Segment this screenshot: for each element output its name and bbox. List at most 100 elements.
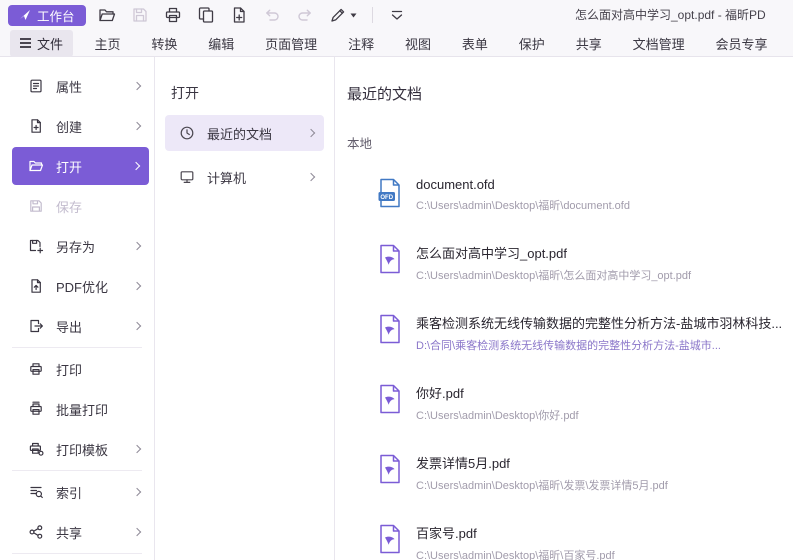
submenu-arrow-icon <box>307 173 315 181</box>
sidebar-item-index[interactable]: 索引 <box>0 472 154 512</box>
menu-comment[interactable]: 注释 <box>348 34 374 53</box>
list-item[interactable]: 发票详情5月.pdf C:\Users\admin\Desktop\福昕\发票\… <box>377 453 793 493</box>
sidebar-item-label: 打开 <box>56 157 82 176</box>
recent-documents-title: 最近的文档 <box>347 83 793 104</box>
menu-home[interactable]: 主页 <box>94 34 120 53</box>
file-menu-panel: 属性 创建 打开 保存 另存为 PDF优化 <box>0 57 155 560</box>
ink-sign-button[interactable] <box>329 6 357 24</box>
open-recent-label: 最近的文档 <box>207 124 272 143</box>
save-as-icon <box>28 238 44 254</box>
list-item[interactable]: 百家号.pdf C:\Users\admin\Desktop\福昕\百家号.pd… <box>377 523 793 560</box>
print-icon <box>28 361 44 377</box>
clock-icon <box>179 125 195 141</box>
file-name: 百家号.pdf <box>416 523 615 542</box>
open-panel-title: 打开 <box>171 83 334 103</box>
copy-pages-icon[interactable] <box>197 6 215 24</box>
file-path: C:\Users\admin\Desktop\你好.pdf <box>416 407 579 423</box>
open-computer-label: 计算机 <box>207 168 246 187</box>
submenu-arrow-icon <box>133 122 141 130</box>
file-path: C:\Users\admin\Desktop\福昕\怎么面对高中学习_opt.p… <box>416 267 691 283</box>
sidebar-item-save: 保存 <box>0 186 154 226</box>
workspace-button[interactable]: 工作台 <box>8 5 86 26</box>
redo-icon <box>296 6 314 24</box>
sidebar-item-save-as[interactable]: 另存为 <box>0 226 154 266</box>
properties-icon <box>28 78 44 94</box>
sidebar-item-export[interactable]: 导出 <box>0 306 154 346</box>
computer-icon <box>179 169 195 185</box>
index-icon <box>28 484 44 500</box>
export-icon <box>28 318 44 334</box>
sidebar-item-label: 导出 <box>56 317 82 336</box>
open-submenu-panel: 打开 最近的文档 计算机 <box>155 57 335 560</box>
submenu-arrow-icon <box>133 282 141 290</box>
recent-file-list: OFD document.ofd C:\Users\admin\Desktop\… <box>377 177 793 560</box>
menubar: 文件 主页 转换 编辑 页面管理 注释 视图 表单 保护 共享 文档管理 会员专… <box>0 30 793 57</box>
sidebar-item-label: 打印模板 <box>56 440 108 459</box>
sidebar-item-label: 打印 <box>56 360 82 379</box>
print-template-icon <box>28 441 44 457</box>
sidebar-item-label: PDF优化 <box>56 277 108 296</box>
menu-document-management[interactable]: 文档管理 <box>633 34 685 53</box>
sidebar-item-create[interactable]: 创建 <box>0 106 154 146</box>
sidebar-item-label: 索引 <box>56 483 82 502</box>
file-path: C:\Users\admin\Desktop\福昕\发票\发票详情5月.pdf <box>416 477 668 493</box>
file-name: document.ofd <box>416 177 630 192</box>
sidebar-item-share[interactable]: 共享 <box>0 512 154 552</box>
menu-page-management[interactable]: 页面管理 <box>265 34 317 53</box>
sidebar-item-print-template[interactable]: 打印模板 <box>0 429 154 469</box>
menu-protect[interactable]: 保护 <box>519 34 545 53</box>
sidebar-item-label: 另存为 <box>56 237 95 256</box>
open-recent-documents[interactable]: 最近的文档 <box>165 115 324 151</box>
submenu-arrow-icon <box>133 242 141 250</box>
submenu-arrow-icon <box>133 445 141 453</box>
document-title: 怎么面对高中学习_opt.pdf - 福昕PD <box>575 0 793 30</box>
menu-form[interactable]: 表单 <box>462 34 488 53</box>
sidebar-item-open[interactable]: 打开 <box>12 147 149 185</box>
pdf-file-icon <box>377 454 403 484</box>
submenu-arrow-icon <box>133 322 141 330</box>
sidebar-item-batch-print[interactable]: 批量打印 <box>0 389 154 429</box>
file-name: 你好.pdf <box>416 383 579 402</box>
print-icon[interactable] <box>164 6 182 24</box>
menu-share[interactable]: 共享 <box>576 34 602 53</box>
create-icon <box>28 118 44 134</box>
file-path: C:\Users\admin\Desktop\福昕\百家号.pdf <box>416 547 615 560</box>
list-item[interactable]: 乘客检测系统无线传输数据的完整性分析方法-盐城市羽林科技... D:\合同\乘客… <box>377 313 793 353</box>
dropdown-caret-icon <box>350 13 357 18</box>
open-file-icon[interactable] <box>98 6 116 24</box>
menu-edit[interactable]: 编辑 <box>208 34 234 53</box>
open-computer[interactable]: 计算机 <box>165 159 324 195</box>
submenu-arrow-icon <box>133 488 141 496</box>
file-path: D:\合同\乘客检测系统无线传输数据的完整性分析方法-盐城市... <box>416 337 782 353</box>
undo-icon <box>263 6 281 24</box>
list-item[interactable]: 你好.pdf C:\Users\admin\Desktop\你好.pdf <box>377 383 793 423</box>
menu-convert[interactable]: 转换 <box>151 34 177 53</box>
sidebar-item-pdf-optimize[interactable]: PDF优化 <box>0 266 154 306</box>
menu-file-label: 文件 <box>37 34 63 53</box>
new-page-icon[interactable] <box>230 6 248 24</box>
sidebar-item-print[interactable]: 打印 <box>0 349 154 389</box>
recent-documents-panel: 最近的文档 本地 OFD document.ofd C:\Users\admin… <box>335 57 793 560</box>
menu-file[interactable]: 文件 <box>10 30 73 57</box>
sidebar-item-label: 保存 <box>56 197 82 216</box>
file-path: C:\Users\admin\Desktop\福昕\document.ofd <box>416 197 630 213</box>
submenu-arrow-icon <box>133 82 141 90</box>
sidebar-item-label: 创建 <box>56 117 82 136</box>
svg-text:OFD: OFD <box>380 195 393 201</box>
menu-member[interactable]: 会员专享 <box>716 34 768 53</box>
workspace-button-label: 工作台 <box>37 6 75 25</box>
toolbar-divider <box>372 7 373 23</box>
list-item[interactable]: OFD document.ofd C:\Users\admin\Desktop\… <box>377 177 793 213</box>
sidebar-item-label: 属性 <box>56 77 82 96</box>
menu-divider <box>12 553 142 554</box>
share-icon <box>28 524 44 540</box>
list-item[interactable]: 怎么面对高中学习_opt.pdf C:\Users\admin\Desktop\… <box>377 243 793 283</box>
sidebar-item-properties[interactable]: 属性 <box>0 66 154 106</box>
hamburger-icon <box>20 38 31 48</box>
menu-divider <box>12 470 142 471</box>
sidebar-item-label: 批量打印 <box>56 400 108 419</box>
ofd-file-icon: OFD <box>377 178 403 208</box>
menu-view[interactable]: 视图 <box>405 34 431 53</box>
submenu-arrow-icon <box>133 528 141 536</box>
collapse-toolbar-icon[interactable] <box>388 6 406 24</box>
